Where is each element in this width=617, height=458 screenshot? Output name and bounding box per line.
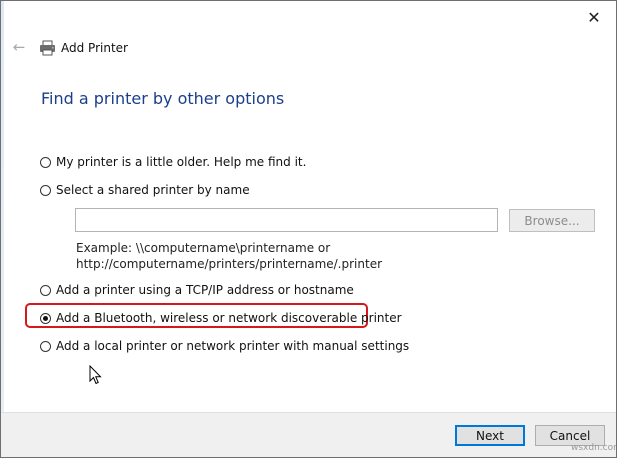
- option-tcpip[interactable]: Add a printer using a TCP/IP address or …: [40, 281, 354, 299]
- back-arrow-icon: ←: [12, 38, 26, 56]
- close-icon: ✕: [587, 7, 601, 27]
- dialog-footer: Next Cancel: [1, 412, 616, 457]
- option-older-printer[interactable]: My printer is a little older. Help me fi…: [40, 153, 306, 171]
- radio-older-printer[interactable]: [40, 156, 51, 168]
- title-bar: Add Printer: [39, 38, 128, 58]
- back-button[interactable]: ←: [10, 38, 28, 56]
- option-label[interactable]: Add a Bluetooth, wireless or network dis…: [56, 311, 402, 325]
- radio-shared-printer[interactable]: [40, 184, 51, 196]
- next-button[interactable]: Next: [455, 425, 525, 446]
- option-bluetooth-wireless[interactable]: Add a Bluetooth, wireless or network dis…: [40, 309, 402, 327]
- example-text: Example: \\computername\printername or h…: [76, 240, 382, 272]
- option-label[interactable]: Add a local printer or network printer w…: [56, 339, 409, 353]
- radio-bluetooth-wireless[interactable]: [40, 312, 51, 324]
- browse-button[interactable]: Browse...: [509, 209, 595, 232]
- option-label[interactable]: Select a shared printer by name: [56, 183, 250, 197]
- radio-tcpip[interactable]: [40, 284, 51, 296]
- watermark: wsxdn.com: [571, 443, 617, 453]
- example-line-2: http://computername/printers/printername…: [76, 257, 383, 271]
- mouse-cursor-icon: [89, 365, 102, 385]
- printer-icon: [40, 40, 55, 56]
- radio-local-manual[interactable]: [40, 340, 51, 352]
- add-printer-window: ✕ ← Add Printer Find a printer by other …: [0, 0, 617, 458]
- option-label[interactable]: My printer is a little older. Help me fi…: [56, 155, 306, 169]
- option-label[interactable]: Add a printer using a TCP/IP address or …: [56, 283, 354, 297]
- shared-printer-name-input[interactable]: [75, 208, 498, 232]
- option-local-manual[interactable]: Add a local printer or network printer w…: [40, 337, 409, 355]
- window-edge: [1, 1, 4, 457]
- close-button[interactable]: ✕: [577, 5, 611, 29]
- page-heading: Find a printer by other options: [41, 89, 285, 108]
- window-title: Add Printer: [61, 41, 128, 55]
- option-shared-printer[interactable]: Select a shared printer by name: [40, 181, 250, 199]
- example-line-1: Example: \\computername\printername or: [76, 241, 331, 255]
